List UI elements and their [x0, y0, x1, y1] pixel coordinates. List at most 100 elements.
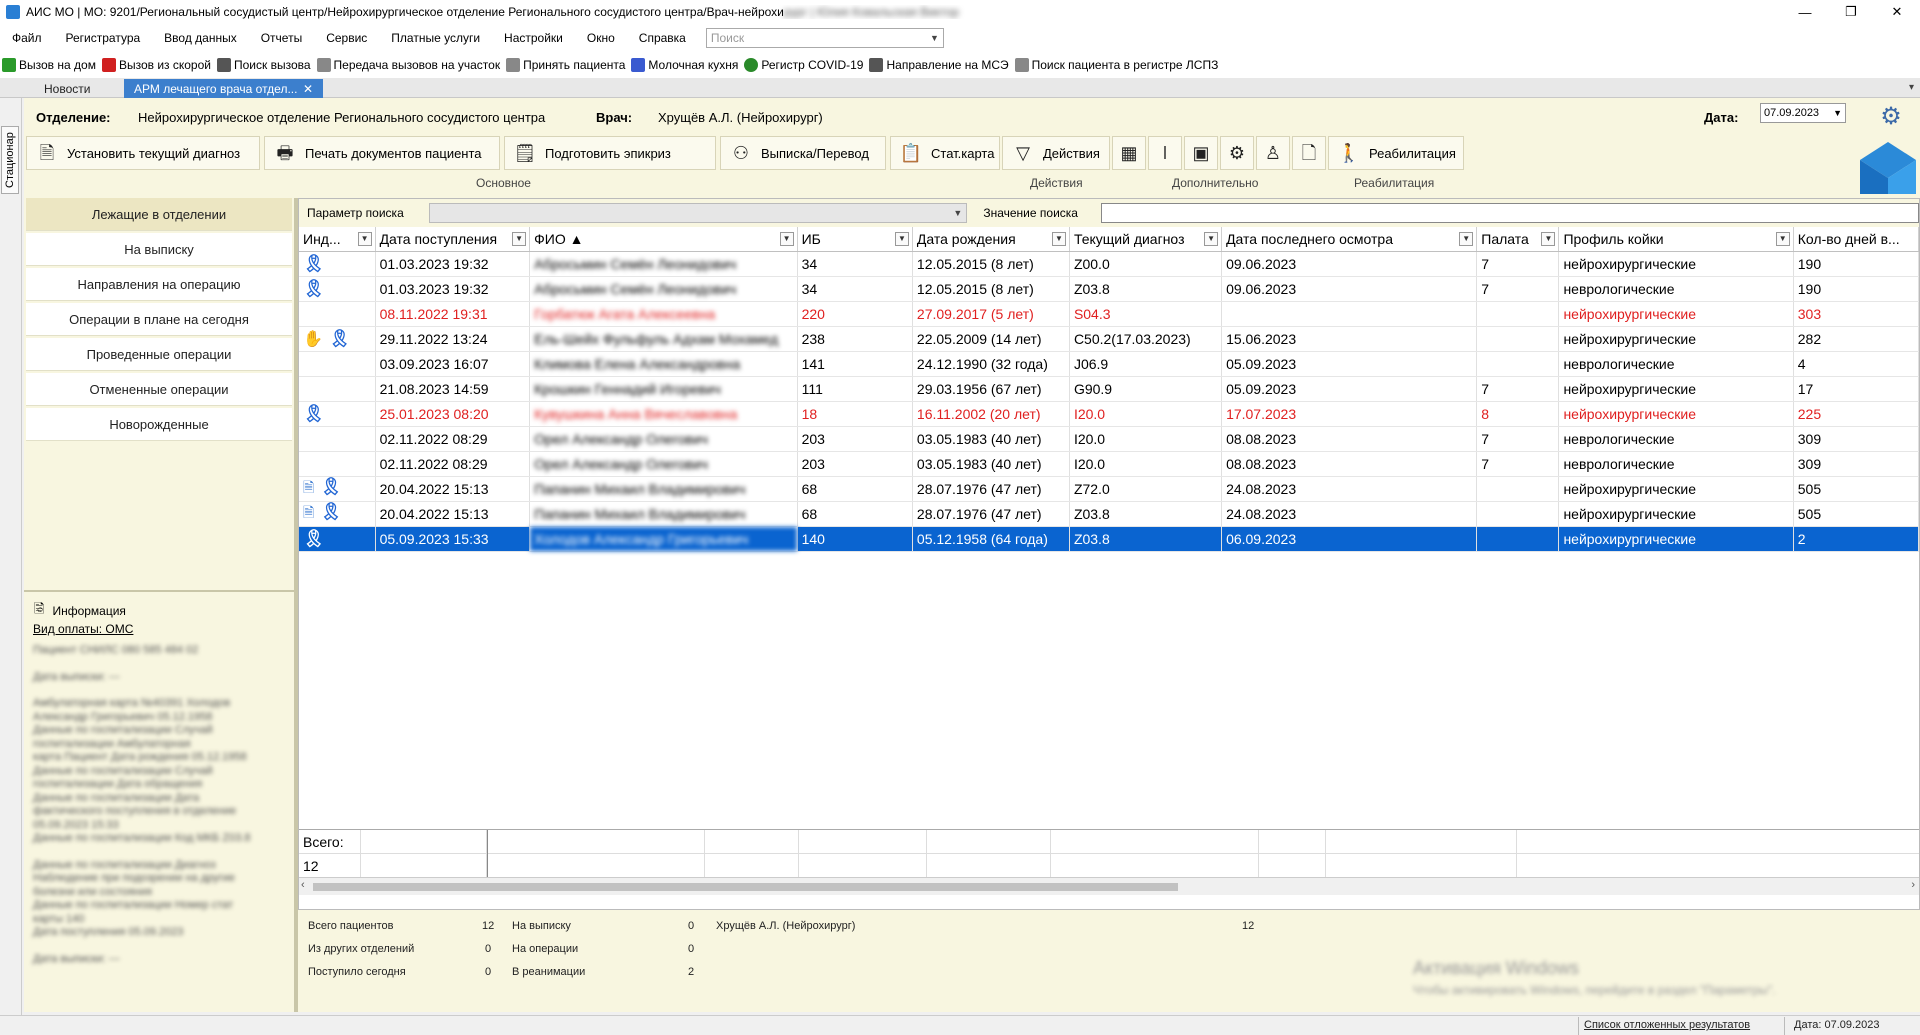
filter-icon[interactable]: ▼ [1204, 232, 1219, 246]
scroll-left-icon[interactable]: ‹ [301, 879, 305, 891]
transfer-calls-button[interactable]: Передача вызовов на участок [315, 58, 505, 72]
table-row[interactable]: 🎗 01.03.2023 19:32 Абросьмин Семён Леонидо… [299, 276, 1920, 302]
nav-surgeries-today[interactable]: Операции в плане на сегодня [26, 303, 292, 336]
discharge-transfer-button[interactable]: ⚇ Выписка/Перевод [720, 136, 886, 170]
print-docs-button[interactable]: 🖶 Печать документов пациента [264, 136, 500, 170]
maximize-button[interactable]: ❐ [1828, 0, 1874, 24]
filter-icon[interactable]: ▼ [1051, 232, 1066, 246]
col-bed-profile[interactable]: Профиль койки ▼ [1558, 227, 1794, 252]
total-label: Всего: [299, 830, 361, 854]
cell-ib: 68 [797, 501, 913, 527]
prepare-epicrisis-button[interactable]: 🗒 Подготовить эпикриз [504, 136, 716, 170]
table-row[interactable]: 08.11.2022 19:31 Горбатюк Агата Алексеевн… [299, 301, 1920, 327]
col-admission-date[interactable]: Дата поступления ▼ [375, 227, 531, 252]
filter-icon[interactable]: ▼ [1541, 232, 1556, 246]
search-call-label: Поиск вызова [233, 58, 311, 72]
minimize-button[interactable]: — [1782, 0, 1828, 24]
statcard-button[interactable]: 📋 Стат.карта [890, 136, 1000, 170]
lspz-search-button[interactable]: Поиск пациента в регистре ЛСПЗ [1013, 58, 1223, 72]
filter-icon[interactable]: ▼ [1459, 232, 1474, 246]
covid-registry-button[interactable]: Регистр COVID-19 [742, 58, 867, 72]
table-row[interactable]: 02.11.2022 08:29 Орел Александр Олегович 2… [299, 451, 1920, 477]
menu-settings[interactable]: Настройки [492, 31, 575, 45]
ambulance-call-button[interactable]: Вызов из скорой [100, 58, 215, 72]
search-combobox[interactable]: Поиск ▼ [705, 28, 944, 48]
cell-days: 2 [1793, 526, 1920, 552]
filter-icon[interactable]: ▼ [1775, 232, 1790, 246]
table-row[interactable]: 03.09.2023 16:07 Климова Елена Александро… [299, 351, 1920, 377]
set-diagnosis-button[interactable]: 🗎 Установить текущий диагноз [26, 136, 260, 170]
menu-window[interactable]: Окно [575, 31, 627, 45]
payment-type-link[interactable]: Вид оплаты: ОМС [33, 622, 133, 636]
col-days[interactable]: Кол-во дней в... [1793, 227, 1920, 252]
nav-cancelled-surgeries[interactable]: Отмененные операции [26, 373, 292, 406]
filter-icon[interactable]: ▼ [512, 232, 527, 246]
table-row[interactable]: 02.11.2022 08:29 Орел Александр Олегович 2… [299, 426, 1920, 452]
table-row[interactable]: ✋ 🎗 29.11.2022 13:24 Ель-Шейх Фульфуль Адха… [299, 326, 1920, 352]
close-tab-icon[interactable]: ✕ [303, 82, 313, 96]
extra-button-5[interactable]: ♙ [1256, 136, 1290, 170]
filter-icon[interactable]: ▼ [357, 232, 372, 246]
col-last-exam[interactable]: Дата последнего осмотра ▼ [1221, 227, 1478, 252]
search-value-input[interactable] [1101, 203, 1919, 223]
nav-newborns[interactable]: Новорожденные [26, 408, 292, 441]
tabs-overflow-icon[interactable]: ▾ [1909, 82, 1914, 93]
milk-kitchen-button[interactable]: Молочная кухня [629, 58, 742, 72]
menu-reports[interactable]: Отчеты [249, 31, 314, 45]
filter-icon[interactable]: ▼ [779, 232, 794, 246]
cell-indicators [299, 426, 376, 452]
table-row[interactable]: 🗎 🎗 20.04.2022 15:13 Папанин Михаил Владими… [299, 476, 1920, 502]
accept-patient-button[interactable]: Принять пациента [504, 58, 629, 72]
nav-to-discharge[interactable]: На выписку [26, 233, 292, 266]
cell-last-exam [1221, 301, 1478, 327]
search-call-button[interactable]: Поиск вызова [215, 58, 315, 72]
cell-diagnosis: S04.3 [1069, 301, 1223, 327]
nav-surgery-referrals[interactable]: Направления на операцию [26, 268, 292, 301]
actions-dropdown[interactable]: ▽ Действия [1002, 136, 1110, 170]
deferred-results-link[interactable]: Список отложенных результатов [1584, 1019, 1750, 1031]
menu-help[interactable]: Справка [627, 31, 698, 45]
menu-data-entry[interactable]: Ввод данных [152, 31, 249, 45]
extra-button-2[interactable]: 𝍩 [1148, 136, 1182, 170]
col-fio[interactable]: ФИО ▲ ▼ [529, 227, 798, 252]
menu-service[interactable]: Сервис [314, 31, 379, 45]
nav-completed-surgeries[interactable]: Проведенные операции [26, 338, 292, 371]
menu-paid-services[interactable]: Платные услуги [379, 31, 492, 45]
home-visit-button[interactable]: Вызов на дом [0, 58, 100, 72]
extra-button-4[interactable]: ⚙ [1220, 136, 1254, 170]
close-window-button[interactable]: ✕ [1874, 0, 1920, 24]
cell-ib: 141 [797, 351, 913, 377]
scroll-right-icon[interactable]: › [1911, 879, 1915, 891]
col-birth-date[interactable]: Дата рождения ▼ [912, 227, 1070, 252]
col-ib[interactable]: ИБ ▼ [797, 227, 913, 252]
col-diagnosis[interactable]: Текущий диагноз ▼ [1069, 227, 1223, 252]
cell-indicators: 🎗 [299, 526, 376, 552]
table-row[interactable]: 21.08.2023 14:59 Крошкин Геннадий Игореви… [299, 376, 1920, 402]
table-row[interactable]: 🎗 05.09.2023 15:33 Холодов Александр Григо… [299, 526, 1920, 552]
search-param-combo[interactable]: ▼ [428, 203, 968, 223]
doctor-stat-value: 12 [1242, 920, 1255, 932]
scrollbar-thumb[interactable] [313, 883, 1178, 891]
date-picker[interactable]: 07.09.2023 ▼ [1760, 103, 1846, 123]
table-row[interactable]: 🗎 🎗 20.04.2022 15:13 Папанин Михаил Владими… [299, 501, 1920, 527]
table-row[interactable]: 🎗 01.03.2023 19:32 Абросьмин Семён Леонидо… [299, 251, 1920, 277]
extra-button-6[interactable]: 🗋 [1292, 136, 1326, 170]
rehab-button[interactable]: 🚶 Реабилитация [1328, 136, 1464, 170]
table-row[interactable]: 🎗 25.01.2023 08:20 Кувушкина Анна Вячеслав… [299, 401, 1920, 427]
tab-news[interactable]: Новости [34, 79, 100, 98]
tab-arm-label: АРМ лечащего врача отдел... [134, 81, 298, 96]
extra-button-3[interactable]: ▣ [1184, 136, 1218, 170]
filter-icon[interactable]: ▼ [894, 232, 909, 246]
col-indicators[interactable]: Инд... ▼ [299, 227, 376, 252]
nav-in-department[interactable]: Лежащие в отделении [26, 198, 292, 231]
menu-registry[interactable]: Регистратура [54, 31, 153, 45]
cell-dob: 16.11.2002 (20 лет) [912, 401, 1070, 427]
mse-referral-button[interactable]: Направление на МСЭ [867, 58, 1012, 72]
horizontal-scrollbar[interactable]: ‹ › [299, 877, 1919, 895]
tab-arm[interactable]: АРМ лечащего врача отдел... ✕ [124, 79, 323, 98]
extra-button-1[interactable]: ▦ [1112, 136, 1146, 170]
gear-icon[interactable]: ⚙ [1878, 104, 1904, 130]
menu-file[interactable]: Файл [0, 31, 54, 45]
col-ward[interactable]: Палата ▼ [1476, 227, 1560, 252]
side-tab-hospital[interactable]: Стационар [1, 126, 19, 194]
